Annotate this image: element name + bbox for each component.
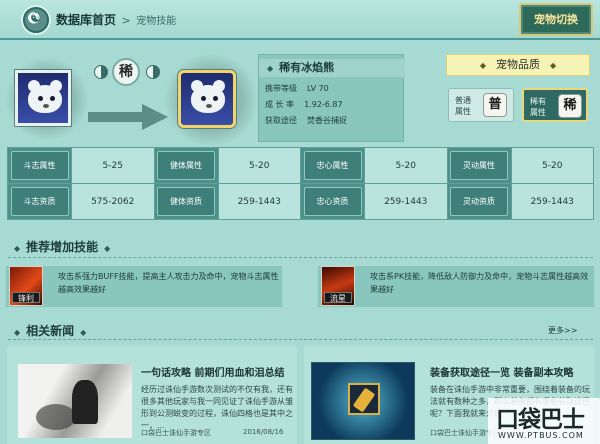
pet-name-row: ◆ 稀有冰焰熊 — [259, 59, 405, 77]
level-value: LV 70 — [307, 84, 329, 93]
table-row: 斗志资质 575-2062 健体资质 259-1443 忠心资质 259-144… — [7, 183, 594, 220]
news-section-heading: ◆ 相关新闻 ◆ — [8, 322, 92, 339]
breadcrumb-separator: > — [121, 14, 131, 27]
attr-key-cell: 健体属性 — [153, 147, 219, 184]
rarity-seal: 稀 — [112, 58, 140, 86]
skill-name-tag: 锋利 — [12, 292, 40, 303]
attr-key-cell: 忠心属性 — [300, 147, 365, 184]
obtain-value: 焚香谷捕捉 — [307, 116, 347, 125]
growth-value: 1.92-6.87 — [304, 100, 343, 109]
attr-value-cell: 575-2062 — [71, 183, 155, 220]
news-title-link[interactable]: 一句话攻略 前期们用血和泪总结 — [141, 364, 284, 379]
attr-value-cell: 259-1443 — [510, 183, 594, 220]
pet-switch-button[interactable]: 宠物切换 — [519, 3, 593, 36]
attr-key-cell: 斗志资质 — [7, 183, 72, 220]
attribute-table: 斗志属性 5-25 健体属性 5-20 忠心属性 5-20 灵动属性 5-20 … — [7, 147, 594, 220]
attr-key-cell: 灵动属性 — [446, 147, 512, 184]
growth-label: 成 长 率 — [265, 100, 295, 109]
top-bar: ☯ 数据库首页 > 宠物技能 宠物切换 — [0, 0, 600, 40]
quality-normal-label: 普通属性 — [455, 96, 471, 116]
yin-yang-icon — [146, 65, 160, 79]
news-source: 口袋巴士诛仙手游专区 — [141, 429, 211, 437]
more-news-link[interactable]: 更多>> — [548, 325, 577, 336]
attr-value-cell: 5-20 — [364, 147, 448, 184]
diamond-icon: ◆ — [267, 64, 274, 73]
diamond-icon: ◆ — [550, 61, 557, 70]
pet-quality-heading: ◆ 宠物品质 ◆ — [446, 54, 590, 76]
staff-weapon-icon — [348, 383, 380, 415]
news-date: 2016/08/16 — [243, 428, 284, 436]
pet-growth-row: 成 长 率 1.92-6.87 — [265, 99, 343, 110]
yin-yang-icon — [94, 65, 108, 79]
watermark-url: WWW.PTBUS.COM — [498, 431, 584, 440]
pet-overview-panel: 稀 ◆ 稀有冰焰熊 携带等级 LV 70 成 长 率 1.92-6.87 获取途径 焚香… — [0, 42, 600, 146]
news-card[interactable]: 一句话攻略 前期们用血和泪总结 经历过诛仙手游数次测试的不仅有我，还有很多其他玩… — [7, 346, 297, 444]
divider — [8, 339, 593, 340]
attr-key-cell: 灵动资质 — [446, 183, 512, 220]
quality-rare-seal: 稀 — [558, 94, 582, 118]
diamond-icon: ◆ — [14, 328, 21, 337]
news-thumbnail[interactable] — [18, 364, 132, 438]
page: ☯ 数据库首页 > 宠物技能 宠物切换 稀 ◆ 稀有冰焰熊 携带等级 LV 70… — [0, 0, 600, 444]
attr-value-cell: 5-20 — [510, 147, 594, 184]
attr-value-cell: 5-25 — [71, 147, 155, 184]
skill-name-tag: 流星 — [324, 292, 352, 303]
pet-name: 稀有冰焰熊 — [279, 61, 335, 74]
attr-value-cell: 259-1443 — [364, 183, 448, 220]
watermark-logo-text: 口袋巴士 — [496, 407, 585, 433]
attr-key-cell: 健体资质 — [153, 183, 219, 220]
sharp-skill-icon: 锋利 — [9, 266, 43, 306]
divider — [8, 257, 593, 258]
quality-rare-label: 稀有属性 — [530, 97, 546, 117]
site-watermark: 口袋巴士 WWW.PTBUS.COM — [488, 398, 600, 444]
diamond-icon: ◆ — [479, 61, 486, 70]
attr-key-cell: 忠心资质 — [300, 183, 365, 220]
attr-value-cell: 259-1443 — [217, 183, 301, 220]
pet-obtain-row: 获取途径 焚香谷捕捉 — [265, 115, 347, 126]
level-label: 携带等级 — [265, 84, 297, 93]
attr-value-cell: 5-20 — [217, 147, 301, 184]
breadcrumb-home-link[interactable]: 数据库首页 — [56, 13, 116, 27]
diamond-icon: ◆ — [104, 244, 111, 253]
skill-description: 攻击系PK技能，降低敌人防御力及命中，宠物斗志属性越高效果越好 — [370, 272, 589, 294]
skill-card[interactable]: 锋利 攻击系强力BUFF技能，提高主人攻击力及命中，宠物斗志属性越高效果越好 — [6, 266, 282, 307]
quality-title-text: 宠物品质 — [496, 58, 540, 71]
quality-normal-button[interactable]: 普通属性 普 — [448, 88, 514, 122]
meteor-skill-icon: 流星 — [321, 266, 355, 306]
pet-level-row: 携带等级 LV 70 — [265, 83, 329, 94]
news-section-title: 相关新闻 — [26, 324, 75, 338]
news-title-link[interactable]: 装备获取途径一览 装备副本攻略 — [430, 364, 573, 379]
skills-section-heading: ◆ 推荐增加技能 ◆ — [8, 238, 116, 255]
skill-card[interactable]: 流星 攻击系PK技能，降低敌人防御力及命中，宠物斗志属性越高效果越好 — [318, 266, 594, 307]
breadcrumb: 数据库首页 > 宠物技能 — [56, 11, 176, 28]
news-summary: 经历过诛仙手游数次测试的不仅有我，还有很多其他玩家与我一同见证了诛仙手游从雏形到… — [141, 385, 293, 430]
diamond-icon: ◆ — [80, 328, 87, 337]
quality-normal-seal: 普 — [483, 93, 507, 117]
evolve-arrow-icon — [88, 104, 168, 130]
pet-base-portrait[interactable] — [15, 70, 71, 126]
table-row: 斗志属性 5-25 健体属性 5-20 忠心属性 5-20 灵动属性 5-20 — [7, 147, 594, 184]
obtain-label: 获取途径 — [265, 116, 297, 125]
pet-info-box: ◆ 稀有冰焰熊 携带等级 LV 70 成 长 率 1.92-6.87 获取途径 焚香谷捕… — [258, 54, 405, 142]
attr-key-cell: 斗志属性 — [7, 147, 72, 184]
diamond-icon: ◆ — [14, 244, 21, 253]
skills-section-title: 推荐增加技能 — [26, 240, 99, 254]
skill-description: 攻击系强力BUFF技能，提高主人攻击力及命中，宠物斗志属性越高效果越好 — [58, 272, 279, 294]
news-thumbnail[interactable] — [311, 362, 415, 440]
yin-yang-logo-icon: ☯ — [23, 7, 49, 33]
breadcrumb-current: 宠物技能 — [136, 16, 177, 27]
quality-rare-button[interactable]: 稀有属性 稀 — [522, 88, 588, 122]
pet-rare-portrait[interactable] — [178, 70, 236, 128]
